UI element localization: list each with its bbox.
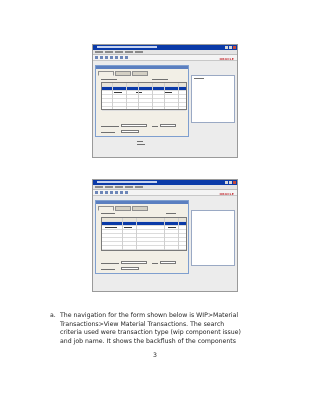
paragraph-line: Transactions>View Material Transactions.…	[60, 320, 225, 328]
screenshot-1: ORACLE	[92, 44, 238, 158]
screenshot-2: ORACLE	[92, 179, 238, 292]
item-field[interactable]	[160, 124, 176, 127]
toolbar	[93, 55, 237, 61]
paragraph-line: criteria used were transaction type (wip…	[60, 329, 241, 337]
paragraph-line: and job name. It shows the backflush of …	[60, 337, 236, 345]
job-field[interactable]	[121, 261, 147, 264]
right-panel	[191, 75, 235, 123]
paragraph-line: The navigation for the form shown below …	[60, 312, 239, 319]
page-number: 3	[153, 352, 157, 359]
form-window	[95, 65, 189, 137]
status-field[interactable]	[121, 130, 139, 133]
toolbar	[93, 190, 237, 196]
item-field[interactable]	[160, 261, 176, 264]
transactions-grid	[101, 217, 187, 251]
form-tabs	[98, 206, 148, 211]
oracle-logo: ORACLE	[219, 57, 234, 61]
oracle-logo: ORACLE	[219, 192, 234, 196]
list-marker: a.	[50, 312, 56, 319]
status-field[interactable]	[121, 267, 139, 270]
form-window	[95, 200, 189, 274]
form-tabs	[98, 71, 148, 76]
right-panel	[191, 210, 235, 266]
transactions-grid	[101, 82, 187, 111]
job-field[interactable]	[121, 124, 147, 127]
